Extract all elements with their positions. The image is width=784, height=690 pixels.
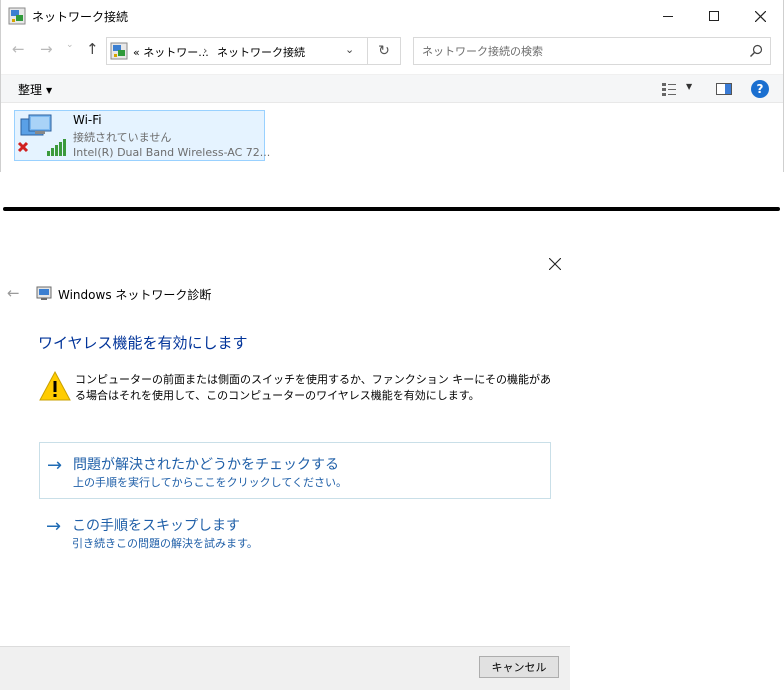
minimize-button[interactable] bbox=[645, 0, 691, 32]
network-diagnostics-icon bbox=[36, 286, 52, 300]
dialog-footer: キャンセル bbox=[0, 646, 570, 690]
view-options-caret-icon[interactable]: ▼ bbox=[686, 82, 692, 91]
back-arrow-icon[interactable]: ← bbox=[7, 284, 20, 302]
search-box[interactable] bbox=[413, 37, 771, 65]
address-dropdown-chevron-icon[interactable]: ⌄ bbox=[345, 43, 354, 56]
warning-icon bbox=[39, 370, 71, 401]
control-panel-icon bbox=[110, 42, 128, 60]
recent-locations-chevron-icon[interactable]: ⌄ bbox=[66, 40, 74, 50]
adapter-status: 接続されていません bbox=[73, 131, 172, 144]
wireless-adapter-disconnected-icon bbox=[17, 114, 66, 156]
title-bar: ネットワーク接続 bbox=[0, 0, 784, 32]
window-title: ネットワーク接続 bbox=[32, 10, 129, 24]
organize-menu[interactable]: 整理 ▼ bbox=[18, 81, 52, 98]
network-connections-window: ネットワーク接続 ← → ⌄ ↑ « ネットワー... › ネットワーク接続 ⌄… bbox=[0, 0, 784, 172]
skip-step-option[interactable]: → この手順をスキップします 引き続きこの問題の解決を試みます。 bbox=[39, 504, 551, 561]
up-arrow-icon[interactable]: ↑ bbox=[86, 40, 99, 58]
page-heading: ワイヤレス機能を有効にします bbox=[38, 334, 248, 352]
image-divider bbox=[3, 207, 780, 211]
adapter-device: Intel(R) Dual Band Wireless-AC 72... bbox=[73, 146, 271, 159]
organize-label: 整理 bbox=[18, 83, 43, 97]
close-icon bbox=[754, 10, 766, 22]
forward-arrow-icon[interactable]: → bbox=[40, 40, 53, 58]
option-description: 上の手順を実行してからここをクリックしてください。 bbox=[73, 476, 348, 489]
option-description: 引き続きこの問題の解決を試みます。 bbox=[72, 537, 258, 550]
search-input[interactable] bbox=[422, 43, 742, 59]
breadcrumb-overflow: « bbox=[133, 46, 140, 59]
search-icon bbox=[750, 44, 763, 57]
close-button[interactable] bbox=[737, 0, 783, 32]
refresh-icon: ↻ bbox=[378, 43, 390, 59]
check-if-resolved-option[interactable]: → 問題が解決されたかどうかをチェックする 上の手順を実行してからここをクリック… bbox=[39, 442, 551, 499]
option-title: 問題が解決されたかどうかをチェックする bbox=[73, 457, 339, 473]
option-title: この手順をスキップします bbox=[72, 518, 240, 534]
change-view-icon[interactable] bbox=[660, 80, 678, 98]
adapter-name: Wi-Fi bbox=[73, 113, 102, 127]
organize-caret-icon: ▼ bbox=[46, 86, 53, 95]
maximize-icon bbox=[709, 11, 719, 21]
back-arrow-icon[interactable]: ← bbox=[12, 40, 25, 58]
address-bar[interactable]: « ネットワー... › ネットワーク接続 ⌄ bbox=[106, 37, 368, 65]
right-arrow-icon: → bbox=[46, 516, 62, 537]
dialog-title: Windows ネットワーク診断 bbox=[58, 288, 212, 302]
network-connections-icon bbox=[8, 7, 26, 25]
breadcrumb-parent[interactable]: « ネットワー... bbox=[133, 44, 209, 60]
right-arrow-icon: → bbox=[47, 455, 63, 476]
maximize-button[interactable] bbox=[691, 0, 737, 32]
wifi-adapter-item[interactable]: Wi-Fi 接続されていません Intel(R) Dual Band Wirel… bbox=[14, 110, 270, 161]
minimize-icon bbox=[663, 15, 673, 17]
command-bar: 整理 ▼ ▼ ? bbox=[1, 74, 783, 103]
preview-pane-icon[interactable] bbox=[715, 80, 733, 98]
breadcrumb-parent-label: ネットワー... bbox=[143, 46, 209, 59]
help-icon[interactable]: ? bbox=[751, 80, 769, 98]
warning-message: コンピューターの前面または側面のスイッチを使用するか、ファンクション キーにその… bbox=[75, 373, 552, 402]
breadcrumb-current[interactable]: ネットワーク接続 bbox=[217, 44, 305, 60]
dialog-close-icon[interactable] bbox=[549, 258, 561, 270]
breadcrumb-separator: › bbox=[203, 44, 208, 57]
cancel-button[interactable]: キャンセル bbox=[479, 656, 559, 678]
refresh-button[interactable]: ↻ bbox=[368, 37, 401, 65]
network-diagnostics-dialog: ← Windows ネットワーク診断 ワイヤレス機能を有効にします コンピュータ… bbox=[0, 246, 570, 690]
